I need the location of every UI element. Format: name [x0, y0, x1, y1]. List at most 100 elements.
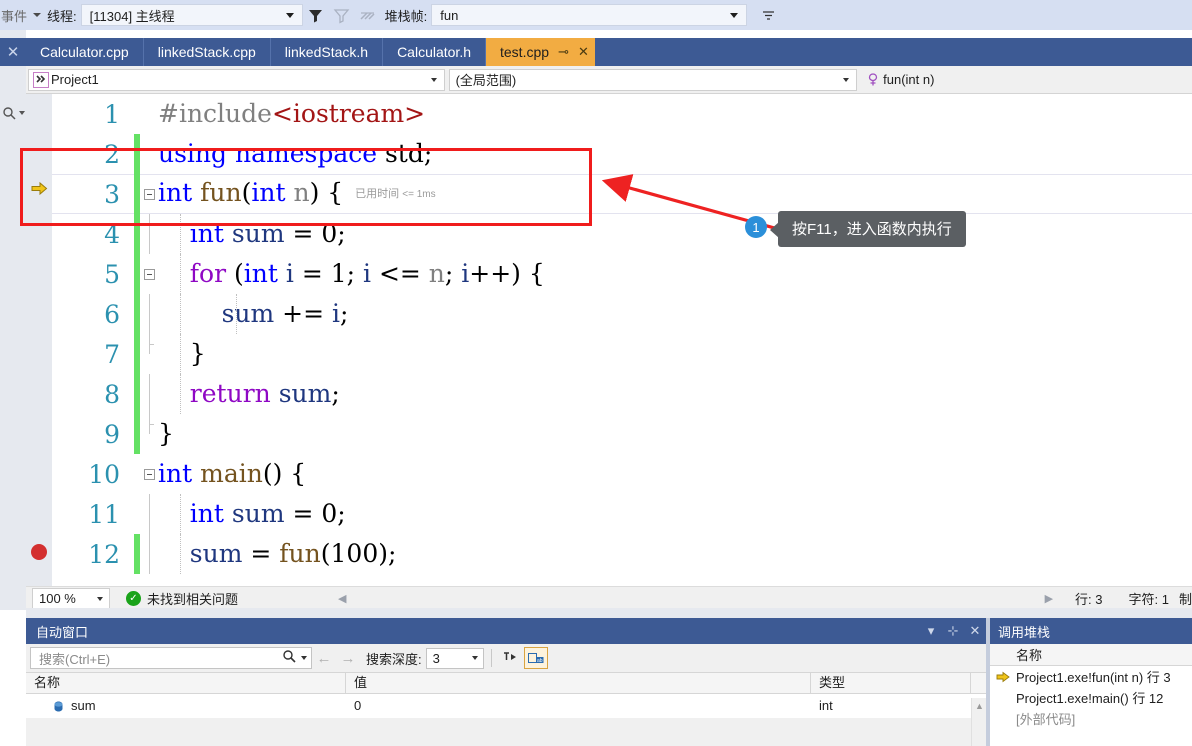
zoom-level-select[interactable]: 100 %: [32, 588, 110, 609]
code-text: }: [158, 419, 174, 448]
line-number: 10: [88, 459, 120, 489]
call-stack-row[interactable]: Project1.exe!main() 行 12: [990, 687, 1192, 708]
line-number: 12: [88, 539, 120, 569]
code-text: return sum;: [158, 374, 1192, 414]
scroll-up-arrow-icon[interactable]: ▲: [972, 698, 987, 713]
search-back-button[interactable]: ←: [312, 650, 336, 667]
tab-calculator-h[interactable]: Calculator.h: [383, 38, 486, 66]
column-header-name: 名称: [1016, 648, 1043, 663]
tab-label: linkedStack.h: [284, 44, 369, 60]
tab-linkedstack-h[interactable]: linkedStack.h: [271, 38, 384, 66]
code-line[interactable]: 7 }: [52, 334, 1192, 374]
hex-display-icon[interactable]: ab: [523, 647, 548, 669]
code-line[interactable]: 6 sum += i;: [52, 294, 1192, 334]
code-line[interactable]: 10 int main() {: [52, 454, 1192, 494]
fold-column[interactable]: [140, 214, 158, 254]
chevron-down-icon[interactable]: [301, 656, 307, 660]
code-line[interactable]: 9 }: [52, 414, 1192, 454]
line-number: 2: [104, 139, 120, 169]
project-icon: [33, 71, 49, 88]
chevron-down-icon: [97, 596, 103, 601]
svg-text:ab: ab: [537, 658, 543, 664]
breakpoint-marker[interactable]: [31, 544, 47, 560]
call-stack-row-current[interactable]: Project1.exe!fun(int n) 行 3: [990, 666, 1192, 687]
search-forward-button[interactable]: →: [336, 650, 360, 667]
left-dock-close-button[interactable]: ✕: [0, 38, 26, 66]
search-icon[interactable]: [282, 649, 297, 667]
member-select[interactable]: fun(int n): [861, 69, 1190, 91]
code-lines[interactable]: 1 #include<iostream> 2 using namespace s…: [52, 94, 1192, 586]
editor-navigation-bar: Project1 (全局范围) fun(int n): [26, 66, 1192, 94]
fold-column[interactable]: [140, 534, 158, 574]
close-icon: ✕: [6, 44, 20, 61]
fold-column[interactable]: [140, 374, 158, 414]
fold-column[interactable]: [140, 294, 158, 334]
fold-column[interactable]: [140, 94, 158, 134]
autos-grid[interactable]: 名称 值 类型 sum 0 int: [26, 672, 986, 718]
chevron-down-icon[interactable]: [33, 13, 42, 17]
code-text: sum += i;: [158, 294, 1192, 334]
code-line[interactable]: 4 int sum = 0;: [52, 214, 1192, 254]
code-line[interactable]: 11 int sum = 0;: [52, 494, 1192, 534]
fold-column[interactable]: [140, 494, 158, 534]
code-line[interactable]: 1 #include<iostream>: [52, 94, 1192, 134]
toolbar-partial-label: 事件: [1, 8, 28, 24]
method-icon: [865, 72, 881, 88]
code-text: int fun(int n) {已用时间 <= 1ms: [158, 173, 1192, 215]
annotation-step-number: 1: [752, 219, 760, 235]
left-dock-search-icon[interactable]: [0, 100, 26, 126]
autos-vertical-scrollbar[interactable]: ▲: [971, 698, 986, 746]
chevron-down-icon[interactable]: ▾: [920, 620, 942, 642]
panel-splitter[interactable]: [0, 608, 1192, 618]
autos-search-input[interactable]: 搜索(Ctrl+E): [30, 647, 312, 669]
code-line-current[interactable]: 3 int fun(int n) {已用时间 <= 1ms: [52, 174, 1192, 214]
close-icon[interactable]: ✕: [578, 44, 589, 60]
column-header-name[interactable]: 名称: [26, 672, 346, 694]
code-line[interactable]: 8 return sum;: [52, 374, 1192, 414]
line-number: 6: [104, 299, 120, 329]
funnel-clear-icon[interactable]: [329, 3, 355, 27]
autos-panel-title: 自动窗口: [36, 624, 89, 640]
pin-icon[interactable]: ⊹: [942, 620, 964, 642]
table-row[interactable]: sum 0 int: [26, 694, 986, 718]
funnel-icon[interactable]: [303, 3, 329, 27]
fold-column[interactable]: [140, 134, 158, 174]
fold-toggle[interactable]: [140, 174, 158, 214]
check-circle-icon: ✓: [126, 591, 141, 606]
call-stack-row-external[interactable]: [外部代码]: [990, 708, 1192, 729]
fold-column[interactable]: [140, 334, 158, 374]
status-extra-partial: 制: [1178, 592, 1192, 607]
tab-calculator-cpp[interactable]: Calculator.cpp: [26, 38, 144, 66]
tab-test-cpp[interactable]: test.cpp ⊸ ✕: [486, 38, 595, 66]
thread-select[interactable]: [11304] 主线程: [80, 4, 303, 26]
debug-toolbar: 事件 线程: [11304] 主线程 堆栈帧: fun: [0, 0, 1192, 30]
code-line[interactable]: 2 using namespace std;: [52, 134, 1192, 174]
pin-columns-icon[interactable]: [499, 650, 521, 667]
code-editor[interactable]: 1 #include<iostream> 2 using namespace s…: [26, 94, 1192, 586]
call-stack-panel: 调用堆栈 名称 Project1.exe!fun(int n) 行 3 Proj…: [990, 618, 1192, 746]
autos-toolbar: 搜索(Ctrl+E) ← → 搜索深度: 3 ab: [26, 644, 986, 672]
column-header-value[interactable]: 值: [346, 672, 811, 694]
scope-select[interactable]: (全局范围): [448, 68, 858, 91]
flatten-icon[interactable]: [355, 3, 381, 27]
fold-toggle[interactable]: [140, 454, 158, 494]
fold-toggle[interactable]: [140, 254, 158, 294]
code-line[interactable]: 12 sum = fun(100);: [52, 534, 1192, 574]
project-select[interactable]: Project1: [28, 68, 445, 91]
close-icon[interactable]: ✕: [964, 620, 986, 642]
tab-linkedstack-cpp[interactable]: linkedStack.cpp: [144, 38, 271, 66]
search-depth-select[interactable]: 3: [425, 647, 484, 669]
pin-icon[interactable]: ⊸: [558, 44, 569, 60]
hscroll-right-arrow-icon[interactable]: ▶: [1045, 592, 1053, 605]
stack-frame-select[interactable]: fun: [431, 4, 748, 26]
breakpoint-gutter[interactable]: [26, 94, 52, 586]
fold-column[interactable]: [140, 414, 158, 454]
row-value[interactable]: 0: [346, 694, 811, 718]
toolbar-overflow-icon[interactable]: [755, 3, 781, 27]
hscroll-left-arrow-icon[interactable]: ◀: [338, 592, 346, 605]
call-stack-column-header[interactable]: 名称: [990, 644, 1192, 666]
project-select-value: Project1: [51, 72, 99, 87]
column-header-type[interactable]: 类型: [811, 672, 971, 694]
line-number: 11: [88, 499, 120, 529]
code-line[interactable]: 5 for (int i = 1; i <= n; i++) {: [52, 254, 1192, 294]
